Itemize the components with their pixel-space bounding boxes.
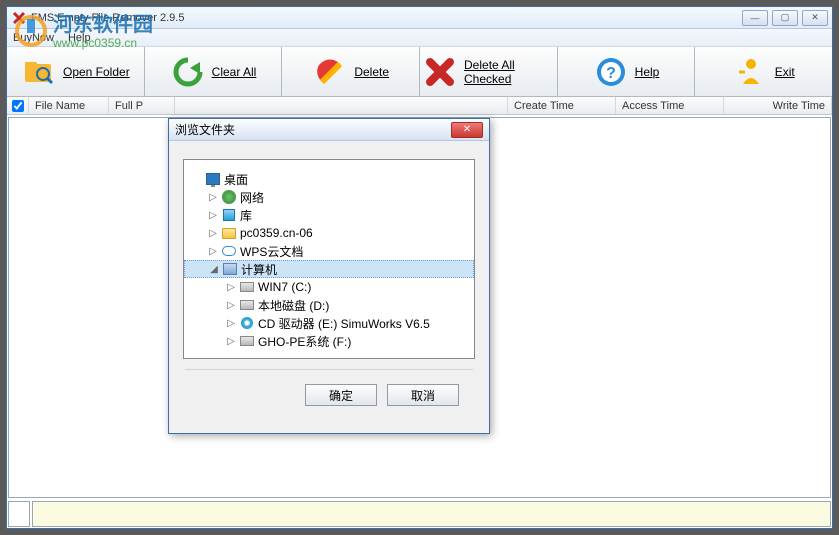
delete-label: Delete bbox=[354, 65, 389, 79]
help-button[interactable]: ? Help bbox=[558, 47, 696, 96]
clear-all-label: Clear All bbox=[212, 65, 257, 79]
svg-text:?: ? bbox=[606, 65, 616, 82]
expand-icon[interactable]: ▷ bbox=[208, 210, 218, 221]
clear-all-button[interactable]: Clear All bbox=[145, 47, 283, 96]
exit-person-icon bbox=[733, 54, 769, 90]
tree-label: WPS云文档 bbox=[240, 243, 303, 260]
drive-icon bbox=[239, 333, 255, 349]
status-indicator bbox=[8, 501, 30, 527]
menu-help[interactable]: Help bbox=[68, 32, 91, 44]
tree-label: 桌面 bbox=[224, 171, 248, 188]
select-all-checkbox[interactable] bbox=[7, 97, 29, 114]
help-label: Help bbox=[635, 65, 660, 79]
expand-icon[interactable]: ▷ bbox=[208, 246, 218, 257]
open-folder-button[interactable]: Open Folder bbox=[7, 47, 145, 96]
tree-drive-d[interactable]: ▷ 本地磁盘 (D:) bbox=[184, 296, 474, 314]
folder-search-icon bbox=[21, 54, 57, 90]
expand-icon[interactable]: ▷ bbox=[226, 300, 236, 311]
folder-icon bbox=[221, 225, 237, 241]
delete-x-icon bbox=[312, 54, 348, 90]
ok-button[interactable]: 确定 bbox=[305, 384, 377, 406]
tree-label: GHO-PE系统 (F:) bbox=[258, 333, 351, 350]
col-createtime[interactable]: Create Time bbox=[508, 97, 616, 114]
tree-label: 计算机 bbox=[241, 261, 277, 278]
titlebar[interactable]: FMS Empty File Remover 2.9.5 — ▢ ✕ bbox=[7, 7, 832, 29]
maximize-button[interactable]: ▢ bbox=[772, 10, 798, 26]
delete-button[interactable]: Delete bbox=[282, 47, 420, 96]
exit-button[interactable]: Exit bbox=[695, 47, 832, 96]
collapse-icon[interactable]: ◢ bbox=[209, 264, 219, 275]
delete-cross-icon bbox=[422, 54, 458, 90]
help-icon: ? bbox=[593, 54, 629, 90]
dialog-body: 桌面 ▷ 网络 ▷ 库 ▷ pc0359.cn-06 ▷ WPS云文档 bbox=[169, 141, 489, 414]
tree-library[interactable]: ▷ 库 bbox=[184, 206, 474, 224]
close-button[interactable]: ✕ bbox=[802, 10, 828, 26]
tree-drive-f[interactable]: ▷ GHO-PE系统 (F:) bbox=[184, 332, 474, 350]
window-controls: — ▢ ✕ bbox=[742, 10, 828, 26]
expand-icon[interactable]: ▷ bbox=[208, 228, 218, 239]
col-writetime[interactable]: Write Time bbox=[724, 97, 832, 114]
open-folder-label: Open Folder bbox=[63, 65, 130, 79]
tree-label: pc0359.cn-06 bbox=[240, 226, 313, 240]
browse-folder-dialog: 浏览文件夹 ✕ 桌面 ▷ 网络 ▷ 库 ▷ pc0359.cn-06 bbox=[168, 118, 490, 434]
col-spacer bbox=[175, 97, 508, 114]
expand-icon[interactable]: ▷ bbox=[208, 192, 218, 203]
tree-label: 网络 bbox=[240, 189, 264, 206]
tree-wps[interactable]: ▷ WPS云文档 bbox=[184, 242, 474, 260]
cloud-icon bbox=[221, 243, 237, 259]
network-icon bbox=[221, 189, 237, 205]
tree-label: WIN7 (C:) bbox=[258, 280, 311, 294]
dialog-buttons: 确定 取消 bbox=[183, 370, 475, 406]
tree-label: CD 驱动器 (E:) SimuWorks V6.5 bbox=[258, 315, 430, 332]
app-icon bbox=[11, 10, 27, 26]
col-fullpath[interactable]: Full P bbox=[109, 97, 175, 114]
col-filename[interactable]: File Name bbox=[29, 97, 109, 114]
tree-computer[interactable]: ◢ 计算机 bbox=[184, 260, 474, 278]
window-title: FMS Empty File Remover 2.9.5 bbox=[31, 12, 742, 24]
tree-pcname[interactable]: ▷ pc0359.cn-06 bbox=[184, 224, 474, 242]
status-bar bbox=[32, 501, 831, 527]
monitor-icon bbox=[205, 171, 221, 187]
menu-buynow[interactable]: BuyNow bbox=[13, 32, 54, 44]
tree-drive-e[interactable]: ▷ CD 驱动器 (E:) SimuWorks V6.5 bbox=[184, 314, 474, 332]
library-icon bbox=[221, 207, 237, 223]
computer-icon bbox=[222, 261, 238, 277]
refresh-arrow-icon bbox=[170, 54, 206, 90]
tree-label: 库 bbox=[240, 207, 252, 224]
minimize-button[interactable]: — bbox=[742, 10, 768, 26]
col-accesstime[interactable]: Access Time bbox=[616, 97, 724, 114]
drive-icon bbox=[239, 297, 255, 313]
expand-icon[interactable]: ▷ bbox=[226, 336, 236, 347]
tree-desktop[interactable]: 桌面 bbox=[184, 170, 474, 188]
tree-drive-c[interactable]: ▷ WIN7 (C:) bbox=[184, 278, 474, 296]
delete-all-checked-button[interactable]: Delete All Checked bbox=[420, 47, 558, 96]
tree-label: 本地磁盘 (D:) bbox=[258, 297, 329, 314]
list-header: File Name Full P Create Time Access Time… bbox=[7, 97, 832, 115]
menubar: BuyNow Help bbox=[7, 29, 832, 47]
tree-network[interactable]: ▷ 网络 bbox=[184, 188, 474, 206]
expand-icon[interactable]: ▷ bbox=[226, 318, 236, 329]
dialog-title: 浏览文件夹 bbox=[175, 121, 451, 138]
drive-icon bbox=[239, 279, 255, 295]
folder-tree[interactable]: 桌面 ▷ 网络 ▷ 库 ▷ pc0359.cn-06 ▷ WPS云文档 bbox=[183, 159, 475, 359]
cd-icon bbox=[239, 315, 255, 331]
exit-label: Exit bbox=[775, 65, 795, 79]
toolbar: Open Folder Clear All Delete Delete All … bbox=[7, 47, 832, 97]
expand-icon[interactable]: ▷ bbox=[226, 282, 236, 293]
cancel-button[interactable]: 取消 bbox=[387, 384, 459, 406]
dialog-titlebar[interactable]: 浏览文件夹 ✕ bbox=[169, 119, 489, 141]
status-area bbox=[8, 501, 831, 527]
dialog-close-button[interactable]: ✕ bbox=[451, 122, 483, 138]
delete-all-checked-label: Delete All Checked bbox=[464, 58, 555, 86]
